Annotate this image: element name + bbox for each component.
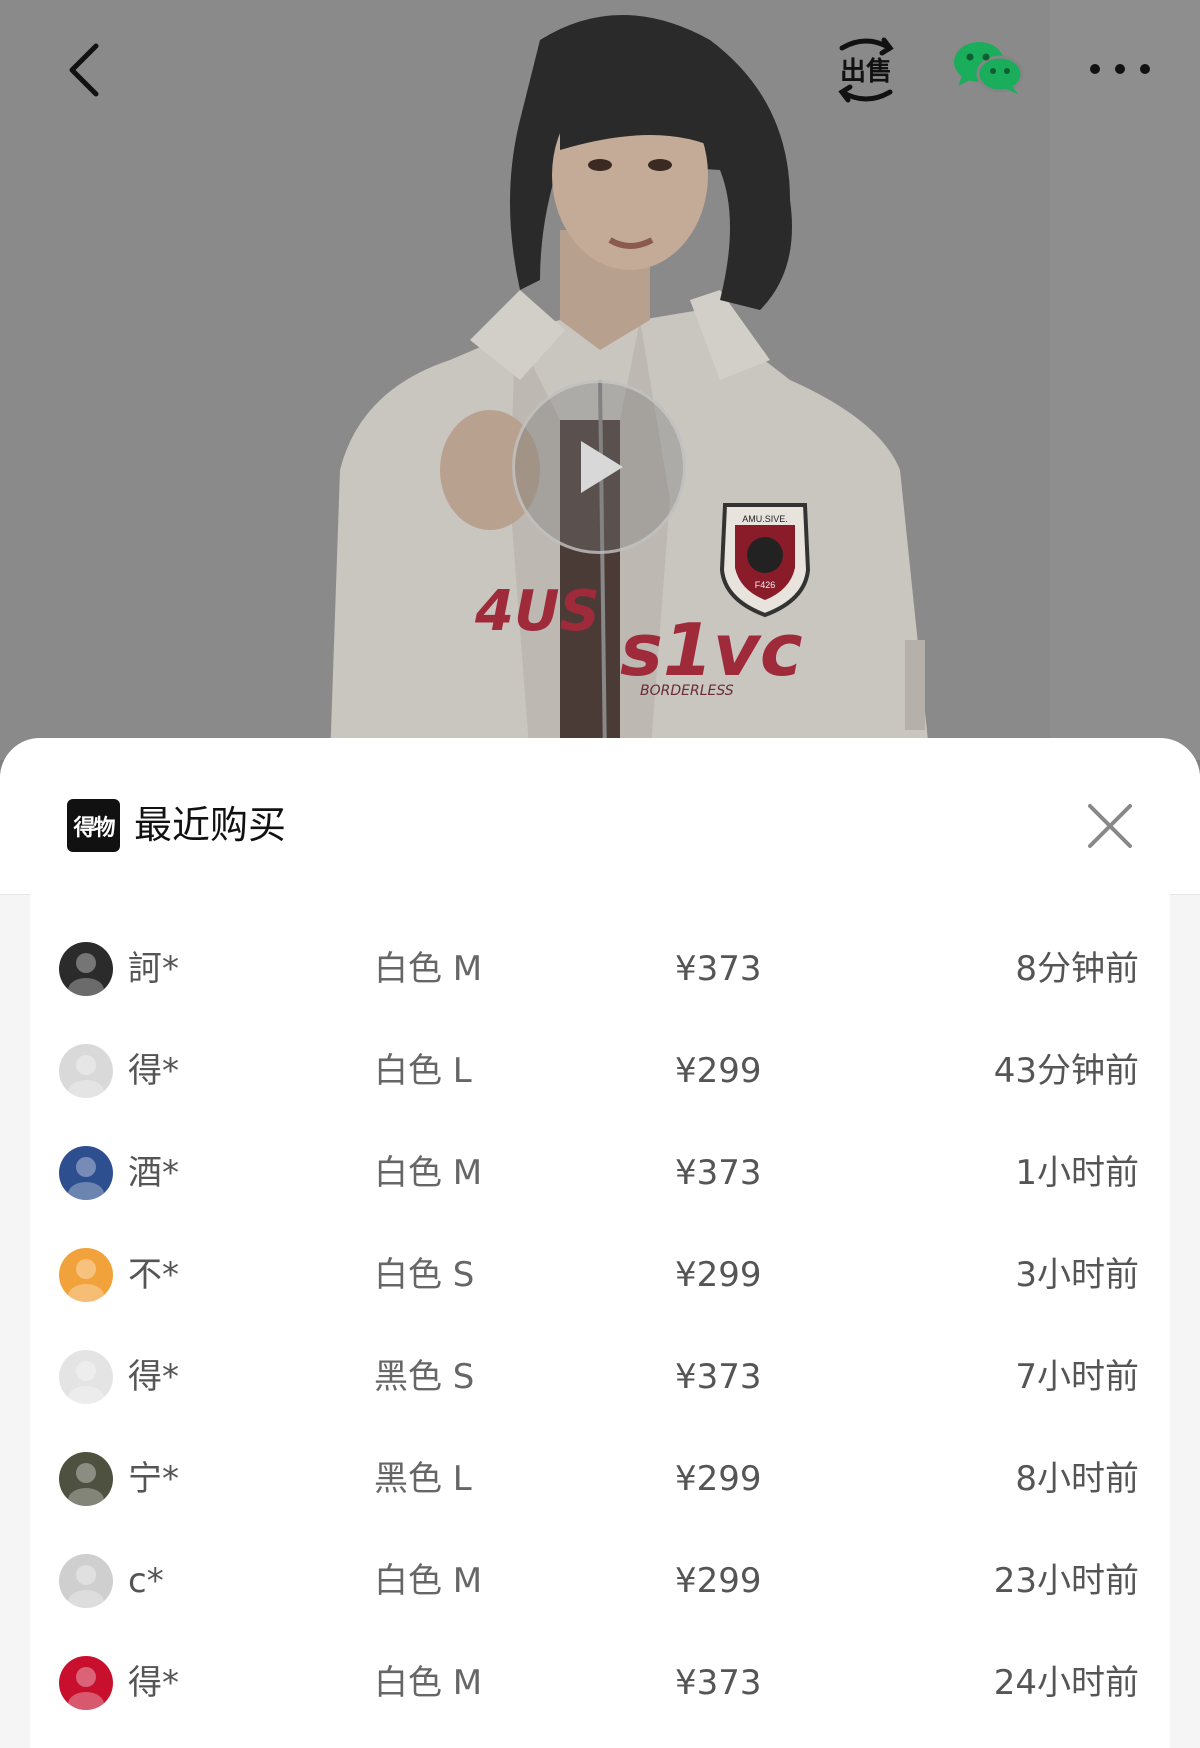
wechat-share-button[interactable] xyxy=(948,36,1028,100)
purchase-price: ¥373 xyxy=(675,1153,762,1193)
patch-code: F426 xyxy=(755,580,776,590)
purchase-time: 8小时前 xyxy=(1015,1459,1139,1499)
purchase-time: 1小时前 xyxy=(1015,1153,1139,1193)
buyer-avatar xyxy=(59,1044,113,1098)
purchase-time: 24小时前 xyxy=(993,1663,1139,1703)
buyer-name: 不* xyxy=(128,1255,179,1295)
sell-icon: 出售 xyxy=(838,37,894,103)
back-arrow-icon xyxy=(69,43,99,97)
purchase-price: ¥299 xyxy=(675,1051,762,1091)
purchase-row: 宁* 黑色 L ¥299 8小时前 xyxy=(30,1428,1170,1530)
patch-text: AMU.SIVE. xyxy=(742,514,788,524)
purchase-price: ¥373 xyxy=(675,1663,762,1703)
buyer-avatar xyxy=(59,1656,113,1710)
dewu-logo-icon: 得物 xyxy=(67,799,120,852)
purchase-time: 8分钟前 xyxy=(1015,949,1139,989)
buyer-name: 得* xyxy=(128,1357,179,1397)
buyer-avatar xyxy=(59,1146,113,1200)
sheet-header: 得物 最近购买 xyxy=(0,738,1200,895)
buyer-name: 得* xyxy=(128,1663,179,1703)
purchase-spec: 黑色 L xyxy=(374,1459,472,1499)
purchase-spec: 白色 M xyxy=(374,1153,483,1193)
play-icon xyxy=(581,441,623,493)
buyer-avatar xyxy=(59,1248,113,1302)
purchase-row: c* 白色 M ¥299 23小时前 xyxy=(30,1530,1170,1632)
jacket-graphic-text: s1vc xyxy=(620,608,803,692)
back-button[interactable] xyxy=(52,32,112,108)
more-icon xyxy=(1090,64,1150,74)
purchase-spec: 白色 M xyxy=(374,949,483,989)
product-hero-image: AMU.SIVE. F426 s1vc BORDERLESS 4US 出售 xyxy=(0,0,1200,760)
sell-button[interactable]: 出售 xyxy=(818,30,914,110)
wechat-icon xyxy=(954,42,1024,94)
recent-purchases-sheet: 得物 最近购买 訶* 白色 M ¥373 8分钟前得* 白色 L ¥299 43分钟前酒* 白… xyxy=(0,738,1200,1748)
jacket-graphic-subtext: BORDERLESS xyxy=(640,683,734,699)
buyer-avatar xyxy=(59,942,113,996)
buyer-name: 訶* xyxy=(128,949,179,989)
buyer-name: 得* xyxy=(128,1051,179,1091)
purchase-price: ¥299 xyxy=(675,1459,762,1499)
purchase-row: 不* 白色 S ¥299 3小时前 xyxy=(30,1224,1170,1326)
buyer-avatar xyxy=(59,1350,113,1404)
purchase-row: 得* 白色 M ¥373 24小时前 xyxy=(30,1632,1170,1734)
sheet-title: 最近购买 xyxy=(134,803,287,847)
purchase-list: 訶* 白色 M ¥373 8分钟前得* 白色 L ¥299 43分钟前酒* 白色 M ¥373 1… xyxy=(30,894,1170,1748)
purchase-price: ¥373 xyxy=(675,949,762,989)
close-icon xyxy=(1088,804,1132,848)
purchase-price: ¥373 xyxy=(675,1357,762,1397)
purchase-time: 43分钟前 xyxy=(993,1051,1139,1091)
purchase-time: 3小时前 xyxy=(1015,1255,1139,1295)
purchase-spec: 白色 M xyxy=(374,1561,483,1601)
purchase-row: 酒* 白色 M ¥373 1小时前 xyxy=(30,1122,1170,1224)
close-button[interactable] xyxy=(1080,796,1140,856)
purchase-price: ¥299 xyxy=(675,1561,762,1601)
buyer-name: 宁* xyxy=(128,1459,179,1499)
buyer-name: c* xyxy=(128,1561,164,1601)
purchase-price: ¥299 xyxy=(675,1255,762,1295)
purchase-spec: 黑色 S xyxy=(374,1357,475,1397)
purchase-row: 得* 黑色 S ¥373 7小时前 xyxy=(30,1326,1170,1428)
sleeve-graphic-text: 4US xyxy=(474,579,600,644)
purchase-time: 7小时前 xyxy=(1015,1357,1139,1397)
purchase-row: 得* 白色 L ¥299 43分钟前 xyxy=(30,1020,1170,1122)
purchase-spec: 白色 L xyxy=(374,1051,472,1091)
logo-text: 得物 xyxy=(73,815,115,841)
purchase-row: 訶* 白色 M ¥373 8分钟前 xyxy=(30,918,1170,1020)
play-video-button[interactable] xyxy=(512,380,686,554)
sell-label: 出售 xyxy=(840,56,892,87)
more-options-button[interactable] xyxy=(1080,44,1160,94)
purchase-time: 23小时前 xyxy=(993,1561,1139,1601)
purchase-spec: 白色 S xyxy=(374,1255,475,1295)
purchase-spec: 白色 M xyxy=(374,1663,483,1703)
buyer-avatar xyxy=(59,1554,113,1608)
buyer-avatar xyxy=(59,1452,113,1506)
buyer-name: 酒* xyxy=(128,1153,179,1193)
